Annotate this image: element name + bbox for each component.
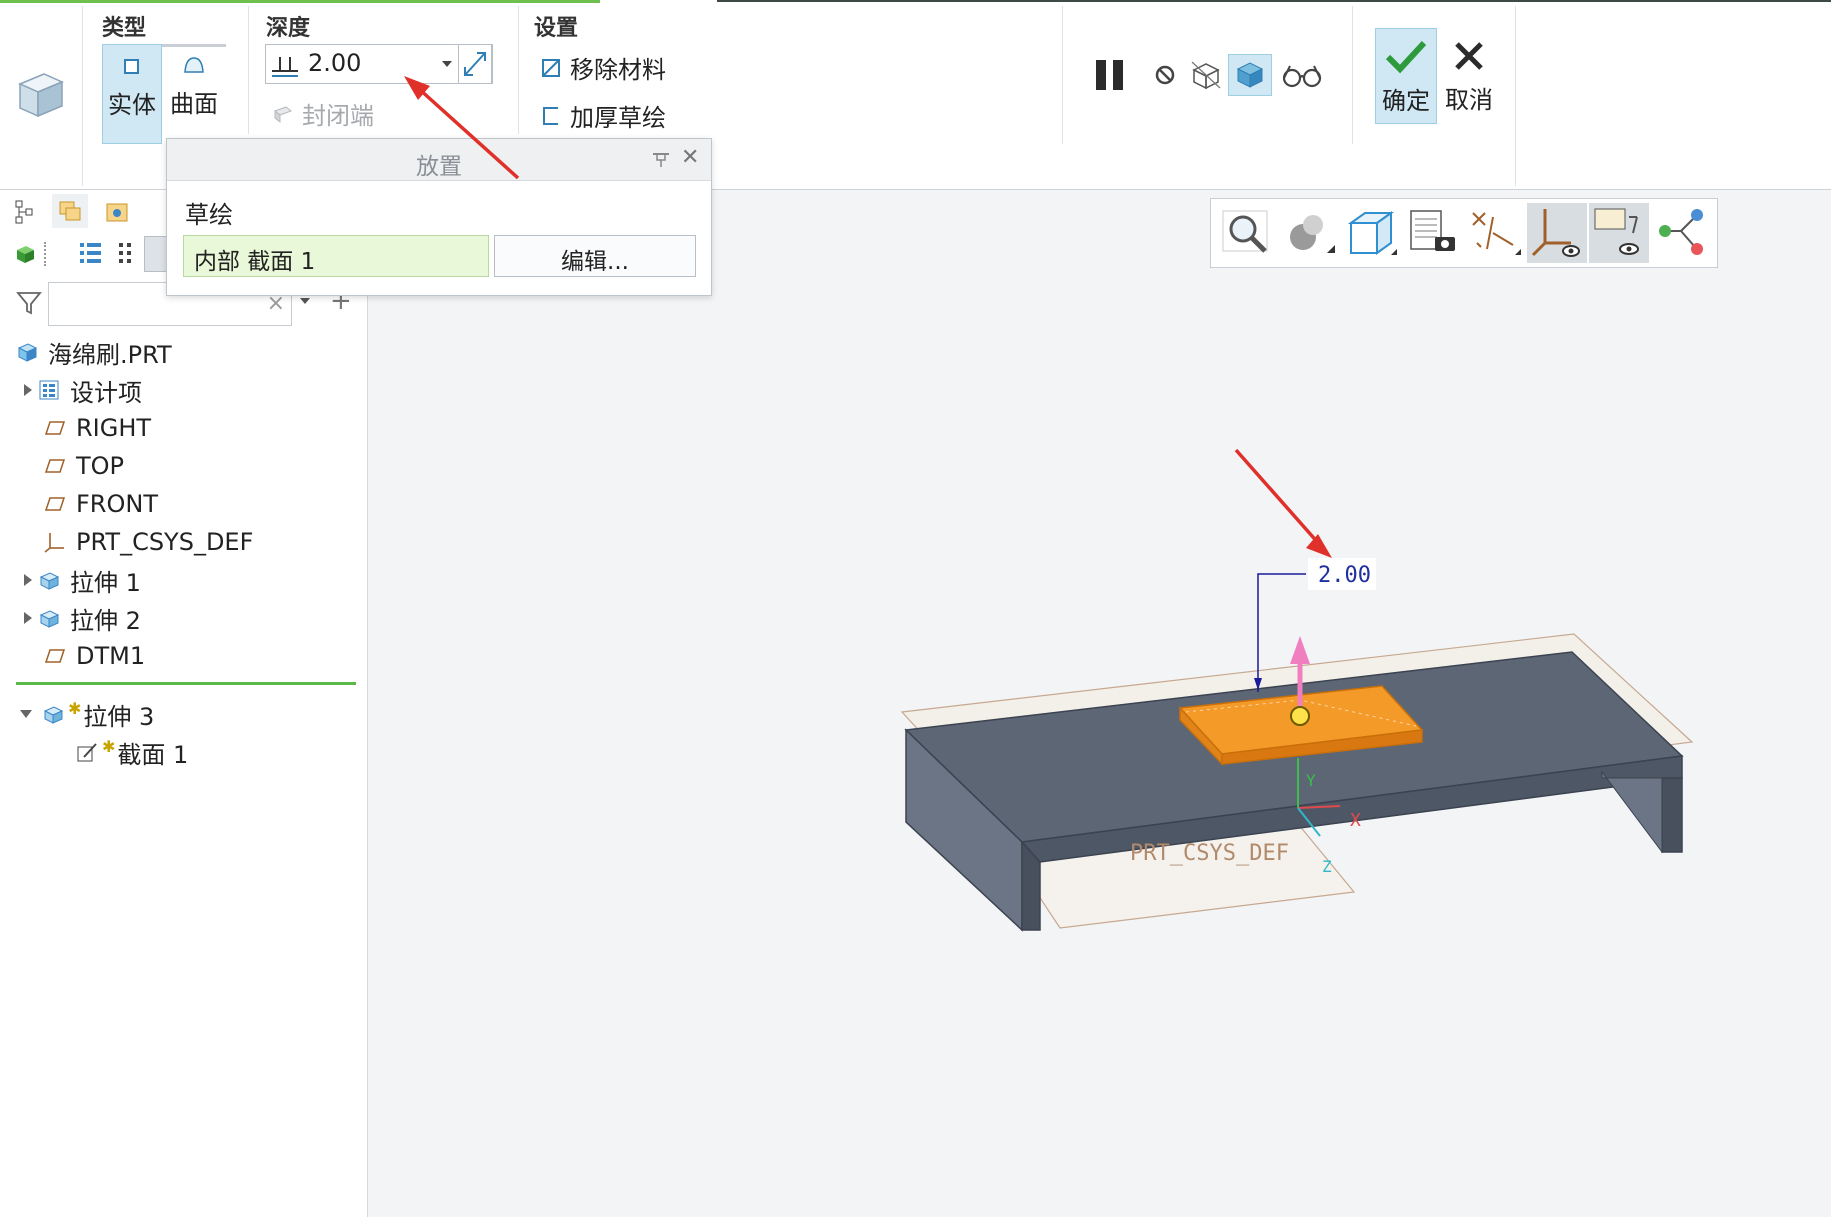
axis-x-label: X [1350, 810, 1361, 831]
dimension-value[interactable]: 2.00 [1318, 563, 1371, 588]
annotation-arrow-depth [404, 76, 520, 180]
csys-label: PRT_CSYS_DEF [1130, 841, 1289, 866]
graphics-window[interactable]: 2.00 X Y Z PRT_CSYS_DEF [0, 0, 1831, 1217]
axis-z-label: Z [1322, 857, 1332, 876]
axis-y-label: Y [1306, 771, 1316, 790]
annotation-arrow-dimension [1234, 448, 1332, 558]
